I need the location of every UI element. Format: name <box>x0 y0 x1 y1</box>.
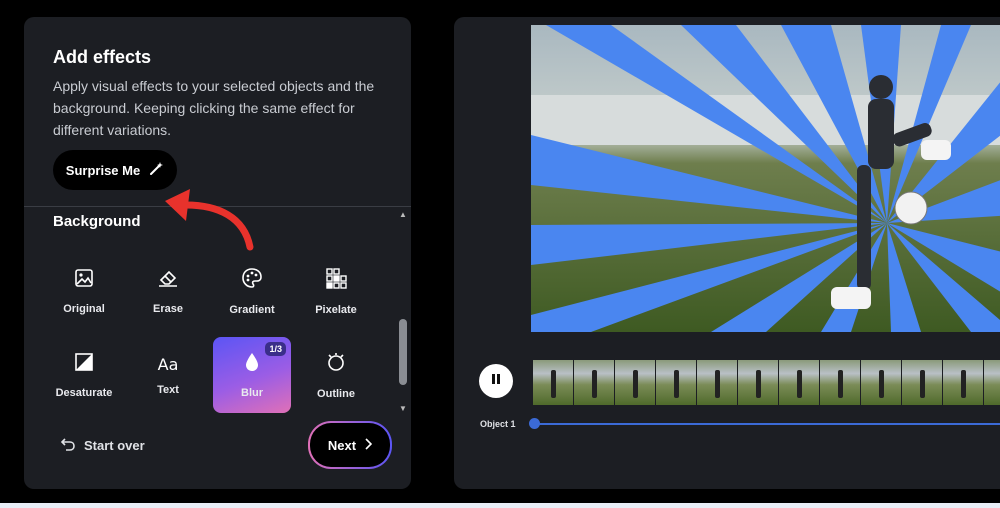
pause-button[interactable] <box>479 364 513 398</box>
filmstrip-frame <box>697 360 738 405</box>
palette-icon <box>241 267 263 294</box>
chevron-right-icon <box>364 437 373 453</box>
pause-icon <box>491 372 501 390</box>
filmstrip-frame <box>820 360 861 405</box>
filmstrip-frame <box>656 360 697 405</box>
magic-wand-icon <box>148 161 164 180</box>
panel-description: Apply visual effects to your selected ob… <box>53 78 375 138</box>
image-icon <box>74 268 94 293</box>
background-section-label: Background <box>53 213 141 230</box>
video-preview[interactable] <box>531 25 1000 332</box>
effects-scrollbar[interactable]: ▲ ▼ <box>397 209 409 415</box>
filmstrip-frame <box>902 360 943 405</box>
filmstrip-frame <box>861 360 902 405</box>
surprise-me-label: Surprise Me <box>65 162 141 178</box>
object-track-line[interactable] <box>534 423 1000 425</box>
text-icon: Aa <box>157 354 179 374</box>
effect-gradient[interactable]: Gradient <box>213 253 291 329</box>
effect-erase[interactable]: Erase <box>129 253 207 329</box>
filmstrip-frame <box>615 360 656 405</box>
scroll-thumb[interactable] <box>399 319 407 385</box>
object-track-handle[interactable] <box>529 418 540 429</box>
effect-pixelate[interactable]: Pixelate <box>297 253 375 329</box>
variation-badge: 1/3 <box>265 342 286 356</box>
next-button[interactable]: Next <box>308 421 392 469</box>
effect-label: Erase <box>153 302 183 315</box>
surprise-me-button[interactable]: Surprise Me <box>53 150 177 190</box>
preview-panel: Object 1 <box>454 17 1000 489</box>
eraser-icon <box>157 268 179 293</box>
filmstrip-frame <box>738 360 779 405</box>
start-over-label: Start over <box>84 438 145 453</box>
effect-label: Gradient <box>229 303 275 316</box>
filmstrip-frame <box>779 360 820 405</box>
effect-label: Desaturate <box>55 386 113 399</box>
effect-label: Blur <box>241 386 263 399</box>
undo-icon <box>60 436 76 455</box>
annotation-arrow-icon <box>160 183 255 258</box>
page-bottom-strip <box>0 503 1000 508</box>
effect-original[interactable]: Original <box>45 253 123 329</box>
effect-label: Original <box>63 302 105 315</box>
effect-desaturate[interactable]: Desaturate <box>45 337 123 413</box>
next-label: Next <box>327 437 357 453</box>
object-track-label: Object 1 <box>480 419 516 429</box>
effect-label: Text <box>157 383 179 396</box>
timeline-filmstrip[interactable] <box>533 360 1000 405</box>
filmstrip-frame <box>533 360 574 405</box>
filmstrip-frame <box>943 360 984 405</box>
drop-icon <box>244 352 260 377</box>
scroll-up-arrow-icon[interactable]: ▲ <box>399 211 407 219</box>
effect-label: Outline <box>317 387 355 400</box>
effect-blur[interactable]: 1/3 Blur <box>213 337 291 413</box>
outline-icon <box>325 351 347 378</box>
desaturate-icon <box>74 352 94 377</box>
filmstrip-frame <box>574 360 615 405</box>
start-over-button[interactable]: Start over <box>60 436 145 455</box>
scroll-down-arrow-icon[interactable]: ▼ <box>399 405 407 413</box>
effect-text[interactable]: Aa Text <box>129 337 207 413</box>
filmstrip-frame <box>984 360 1000 405</box>
pixelate-icon <box>325 267 347 294</box>
effect-label: Pixelate <box>315 303 357 316</box>
effect-outline[interactable]: Outline <box>297 337 375 413</box>
panel-title: Add effects <box>53 47 152 67</box>
